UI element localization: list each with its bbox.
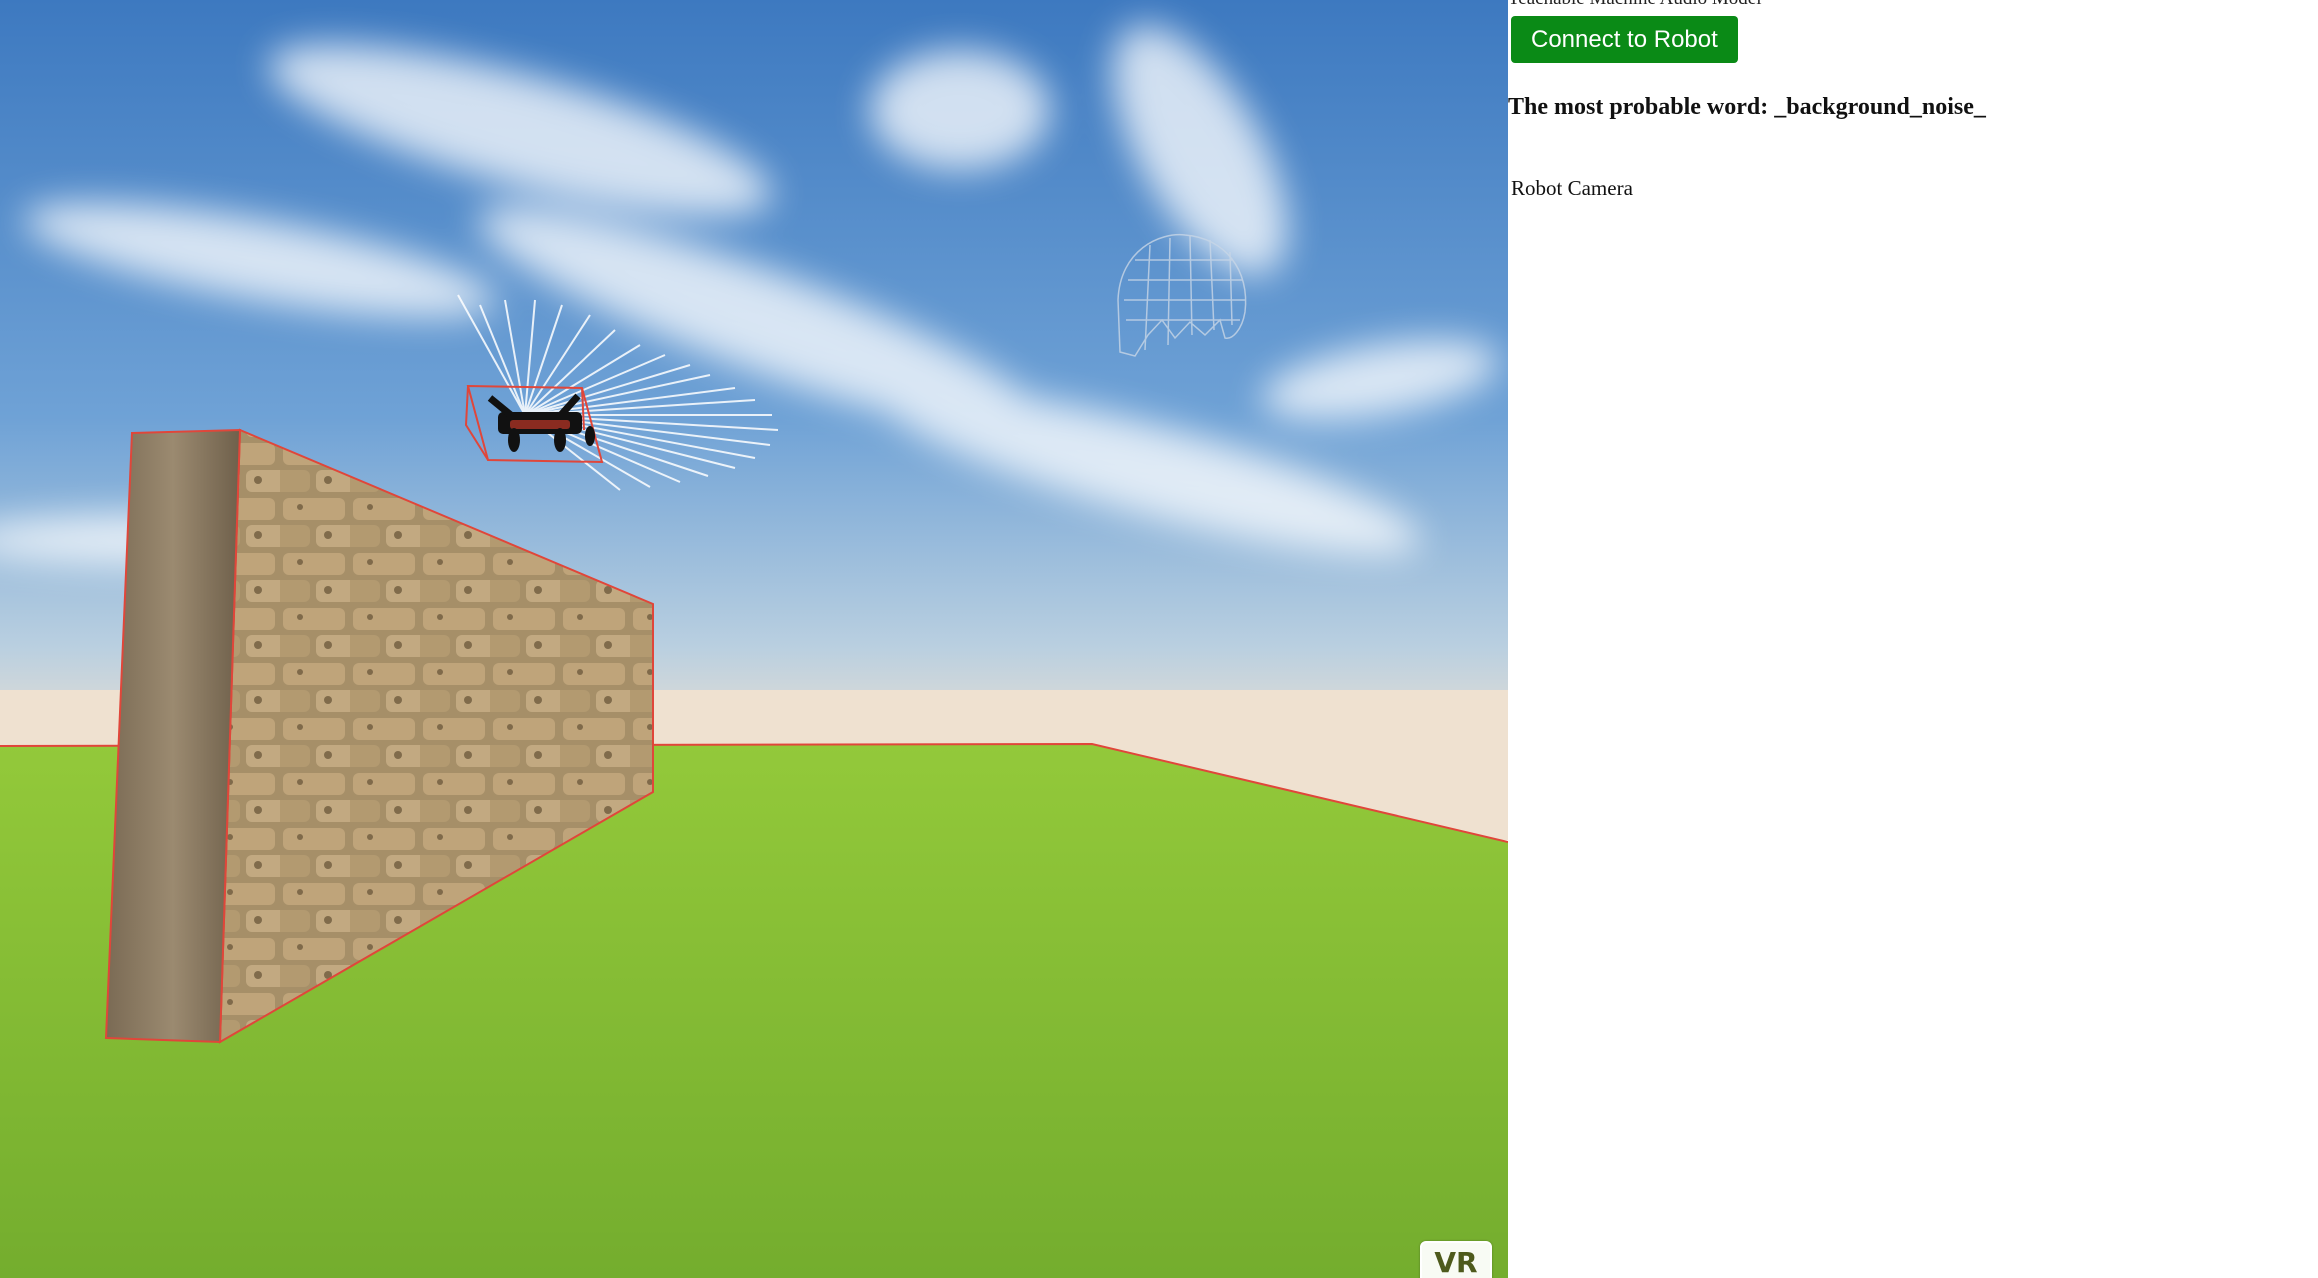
model-title: Teachable Machine Audio Model — [1508, 0, 1762, 10]
robot-camera-label: Robot Camera — [1511, 176, 1633, 200]
probable-word-heading: The most probable word: _background_nois… — [1508, 94, 1986, 121]
connect-to-robot-button[interactable]: Connect to Robot — [1511, 16, 1738, 63]
probable-word-prefix: The most probable word: — [1508, 94, 1769, 120]
probable-word-value: _background_noise_ — [1774, 94, 1986, 120]
vr-button[interactable]: VR — [1420, 1241, 1492, 1278]
control-panel: Teachable Machine Audio Model Connect to… — [1508, 0, 2318, 1278]
scene-canvas[interactable] — [0, 0, 1508, 1278]
3d-scene-viewport[interactable]: VR — [0, 0, 1508, 1278]
